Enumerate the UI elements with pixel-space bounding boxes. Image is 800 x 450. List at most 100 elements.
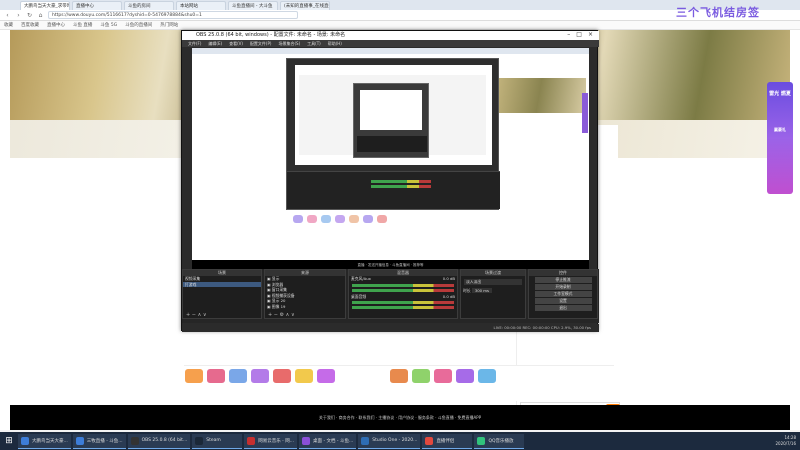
sources-panel: 来源 ▣ 显示 ▣ 浏览器 ▣ 窗口采集 ▣ 视频捕获设备 ▣ 显示 20 ▣ … bbox=[264, 269, 346, 319]
back-icon[interactable]: ‹ bbox=[4, 12, 11, 19]
menu-profile[interactable]: 配置文件(P) bbox=[250, 40, 272, 47]
promo-sidebar-banner[interactable]: 雷光 燃夏 赢豪礼 bbox=[767, 82, 793, 194]
taskbar-item[interactable]: 三牧直播 - 斗鱼... bbox=[72, 433, 126, 449]
bookmark-item[interactable]: 斗鱼的直播间 bbox=[125, 22, 152, 28]
gift-item[interactable] bbox=[434, 369, 453, 383]
move-up-icon[interactable]: ∧ bbox=[286, 312, 290, 318]
audio-meter bbox=[352, 306, 454, 309]
obs-preview[interactable]: 直播 · 发送开播信息 · 斗鱼直播间 · 推荐等 bbox=[192, 48, 589, 270]
sources-toolbar: + − ⚙ ∧ ∨ bbox=[265, 312, 345, 318]
nested-obs-window bbox=[286, 58, 500, 210]
forward-icon[interactable]: › bbox=[15, 12, 22, 19]
browser-tab[interactable]: 斗鱼的房间 bbox=[124, 1, 174, 10]
bookmark-item[interactable]: 斗鱼 直播 bbox=[73, 22, 92, 28]
refresh-icon[interactable]: ↻ bbox=[26, 12, 33, 19]
gift-item[interactable] bbox=[478, 369, 497, 383]
start-menu-icon[interactable]: ⊞ bbox=[2, 434, 16, 449]
menu-view[interactable]: 查看(V) bbox=[229, 40, 243, 47]
minimize-icon[interactable]: – bbox=[567, 31, 570, 40]
move-down-icon[interactable]: ∨ bbox=[291, 312, 295, 318]
browser-tab[interactable]: (未知的直播事_在线直播) bbox=[280, 1, 330, 10]
duration-input[interactable]: 300 ms bbox=[471, 287, 492, 293]
bookmark-item[interactable]: 直播中心 bbox=[47, 22, 65, 28]
nested-panels bbox=[287, 171, 500, 209]
gift-item[interactable] bbox=[412, 369, 431, 383]
move-up-icon[interactable]: ∧ bbox=[198, 312, 202, 318]
transitions-header: 场景过渡 bbox=[461, 270, 525, 276]
mixer-panel: 混音器 麦克风/Aux 0.0 dB 桌面音频 0.0 dB bbox=[348, 269, 458, 319]
browser-tab[interactable]: 直播中心 bbox=[72, 1, 122, 10]
exit-button[interactable]: 退出 bbox=[534, 305, 592, 311]
capture-gift bbox=[320, 215, 331, 223]
maximize-icon[interactable]: □ bbox=[576, 31, 582, 40]
scene-item[interactable]: 打游戏 bbox=[183, 281, 261, 287]
remove-icon[interactable]: − bbox=[274, 312, 278, 318]
taskbar-item[interactable]: OBS 25.0.8 (64 bit... bbox=[127, 433, 191, 449]
bookmark-item[interactable]: 百度收藏 bbox=[21, 22, 39, 28]
menu-file[interactable]: 文件(F) bbox=[188, 40, 201, 47]
taskbar-item[interactable]: 网易云音乐 - 网... bbox=[244, 433, 298, 449]
top-right-label: 三个飞机结房签 bbox=[676, 6, 760, 19]
stop-streaming-button[interactable]: 停止推流 bbox=[534, 277, 592, 283]
add-icon[interactable]: + bbox=[186, 312, 190, 318]
menu-edit[interactable]: 编辑(E) bbox=[208, 40, 222, 47]
gift-item[interactable] bbox=[185, 369, 203, 383]
gift-item[interactable] bbox=[316, 369, 335, 383]
nested-deep-preview bbox=[360, 90, 422, 130]
settings-button[interactable]: 设置 bbox=[534, 298, 592, 304]
taskbar-item[interactable]: 大鹏鸟当天大豪... bbox=[18, 433, 71, 449]
gift-item[interactable] bbox=[294, 369, 313, 383]
taskbar-item[interactable]: 桌面 - 文档 - 斗鱼... bbox=[299, 433, 357, 449]
browser-tab[interactable]: 本站网站 bbox=[176, 1, 226, 10]
obs-window: OBS 25.0.8 (64 bit, windows) - 配置文件: 未命名… bbox=[181, 30, 599, 332]
bookmark-item[interactable]: 斗鱼 5G bbox=[100, 22, 117, 28]
start-recording-button[interactable]: 开始录制 bbox=[534, 284, 592, 290]
promo-sub: 赢豪礼 bbox=[774, 127, 786, 132]
app-icon bbox=[247, 436, 256, 445]
gift-item[interactable] bbox=[390, 369, 409, 383]
bookmark-item[interactable]: 热门网站 bbox=[160, 22, 178, 28]
home-icon[interactable]: ⌂ bbox=[37, 12, 44, 19]
app-icon bbox=[195, 436, 204, 445]
source-item[interactable]: ▣ 图像 19 bbox=[265, 304, 345, 310]
move-down-icon[interactable]: ∨ bbox=[203, 312, 207, 318]
audio-meter bbox=[352, 301, 454, 304]
menu-scene-collection[interactable]: 场景集合(S) bbox=[278, 40, 300, 47]
add-icon[interactable]: + bbox=[268, 312, 272, 318]
gear-icon[interactable]: ⚙ bbox=[280, 312, 284, 318]
gift-item[interactable] bbox=[228, 369, 247, 383]
capture-gift bbox=[362, 215, 373, 223]
browser-tab[interactable]: 大鹏鸟当天大豪_求带时代 bbox=[20, 1, 70, 10]
taskbar-item[interactable]: 直播伴侣 bbox=[422, 433, 473, 449]
taskbar-item[interactable]: Steam bbox=[192, 433, 243, 449]
studio-mode-button[interactable]: 工作室模式 bbox=[534, 291, 592, 297]
close-icon[interactable]: × bbox=[588, 31, 593, 40]
capture-browser-bar bbox=[192, 48, 589, 54]
gift-item[interactable] bbox=[272, 369, 291, 383]
remove-icon[interactable]: − bbox=[192, 312, 196, 318]
bookmark-item[interactable]: 收藏 bbox=[4, 22, 13, 28]
audio-meter bbox=[352, 288, 454, 292]
system-tray-clock[interactable]: 14:28 2020/7/16 bbox=[775, 435, 796, 447]
nested-meter bbox=[371, 185, 431, 188]
taskbar-item[interactable]: QQ音乐播放 bbox=[474, 433, 525, 449]
gift-item[interactable] bbox=[456, 369, 475, 383]
preview-capture bbox=[192, 48, 589, 260]
scenes-panel: 场景 视频采集 打游戏 + − ∧ ∨ bbox=[182, 269, 262, 319]
nested-capture bbox=[299, 75, 486, 158]
gift-item[interactable] bbox=[250, 369, 269, 383]
bookmarks-bar: 收藏 百度收藏 直播中心 斗鱼 直播 斗鱼 5G 斗鱼的直播间 热门网站 bbox=[0, 21, 800, 30]
promo-text: 雷光 燃夏 bbox=[769, 91, 791, 97]
browser-tab[interactable]: 斗鱼直播间 - 大斗鱼 bbox=[228, 1, 278, 10]
obs-status-bar: LIVE: 00:00:00 REC: 00:00:00 CPU: 2.9%, … bbox=[182, 324, 599, 332]
url-input[interactable]: https://www.douyu.com/5116617?dyshid=0-5… bbox=[48, 11, 298, 19]
capture-gift bbox=[334, 215, 345, 223]
transition-select[interactable]: 淡入淡出 bbox=[464, 279, 522, 285]
gift-item[interactable] bbox=[206, 369, 225, 383]
menu-tools[interactable]: 工具(T) bbox=[307, 40, 321, 47]
nested-obs-deeper bbox=[353, 83, 429, 158]
taskbar-item[interactable]: Studio One - 2020... bbox=[358, 433, 421, 449]
capture-gift bbox=[293, 215, 303, 223]
capture-gift bbox=[306, 215, 317, 223]
menu-help[interactable]: 帮助(H) bbox=[328, 40, 342, 47]
